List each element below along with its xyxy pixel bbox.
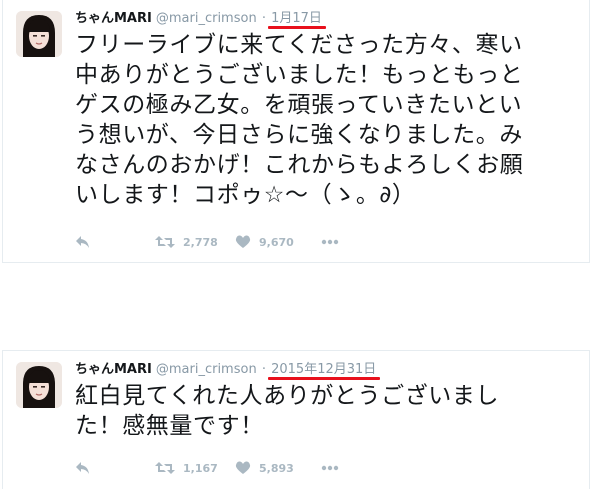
- retweet-count: 1,167: [183, 461, 218, 475]
- tweet-text-line: いします！コポゥ☆～（ゝ。∂）: [75, 182, 416, 208]
- tweet-text-line: た！感無量です！: [75, 413, 264, 439]
- retweet-button[interactable]: 2,778: [155, 235, 235, 249]
- tweet-text-line: 中ありがとうございました！もっともっと: [75, 62, 524, 88]
- reply-icon: [75, 235, 91, 249]
- like-count: 9,670: [259, 235, 294, 249]
- user-handle[interactable]: @mari_crimson: [156, 11, 257, 26]
- retweet-count: 2,778: [183, 235, 218, 249]
- tweet-text-line: ゲスの極み乙女。を頑張っていきたいとい: [75, 92, 523, 118]
- tweet-date[interactable]: 2015年12月31日: [271, 362, 376, 377]
- reply-button[interactable]: [75, 235, 155, 249]
- separator: ·: [261, 362, 266, 377]
- tweet-text: フリーライブに来てくださった方々、寒い 中ありがとうございました！もっともっと …: [75, 30, 575, 210]
- display-name[interactable]: ちゃんMARI: [75, 362, 152, 377]
- user-handle[interactable]: @mari_crimson: [156, 362, 257, 377]
- tweet-actions: 2,778 9,670: [75, 232, 339, 252]
- avatar[interactable]: [16, 11, 62, 57]
- retweet-button[interactable]: 1,167: [155, 461, 235, 475]
- heart-icon: [235, 235, 251, 249]
- retweet-icon: [155, 461, 175, 475]
- reply-icon: [75, 461, 91, 475]
- avatar[interactable]: [16, 362, 62, 408]
- tweet[interactable]: ちゃんMARI @mari_crimson · 2015年12月31日 紅白見てく…: [2, 350, 590, 489]
- display-name[interactable]: ちゃんMARI: [75, 11, 152, 26]
- like-count: 5,893: [259, 461, 294, 475]
- like-button[interactable]: 9,670: [235, 235, 321, 249]
- reply-button[interactable]: [75, 461, 155, 475]
- tweet-header: ちゃんMARI @mari_crimson · 2015年12月31日: [75, 361, 376, 379]
- more-button[interactable]: [321, 465, 339, 471]
- tweet-text-line: なさんのおかげ！これからもよろしくお願: [75, 152, 524, 178]
- tweet-text-line: フリーライブに来てくださった方々、寒い: [75, 32, 523, 58]
- tweet-header: ちゃんMARI @mari_crimson · 1月17日: [75, 10, 322, 28]
- more-icon: [321, 239, 339, 245]
- tweet-text-line: 紅白見てくれた人ありがとうございまし: [75, 383, 500, 409]
- like-button[interactable]: 5,893: [235, 461, 321, 475]
- retweet-icon: [155, 235, 175, 249]
- more-icon: [321, 465, 339, 471]
- more-button[interactable]: [321, 239, 339, 245]
- tweet-actions: 1,167 5,893: [75, 458, 339, 478]
- tweet-date[interactable]: 1月17日: [271, 11, 322, 26]
- separator: ·: [261, 11, 266, 26]
- tweet-text-line: う想いが、今日さらに強くなりました。み: [75, 122, 523, 148]
- heart-icon: [235, 461, 251, 475]
- tweet[interactable]: ちゃんMARI @mari_crimson · 1月17日 フリーライブに来てくだ…: [2, 0, 590, 263]
- tweet-text: 紅白見てくれた人ありがとうございまし た！感無量です！: [75, 381, 575, 441]
